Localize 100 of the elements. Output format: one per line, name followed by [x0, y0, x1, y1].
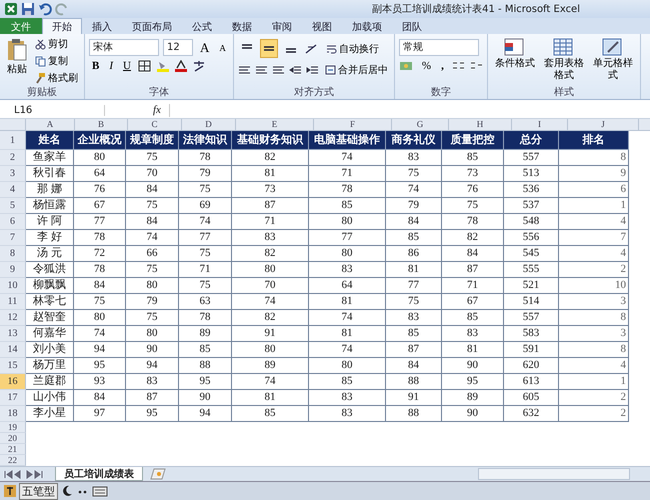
- number-format-dropdown[interactable]: 常规: [398, 39, 479, 56]
- row-header[interactable]: 21: [0, 444, 26, 455]
- sheet-tab[interactable]: 员工培训成绩表: [55, 467, 143, 482]
- font-color-icon[interactable]: [174, 60, 188, 72]
- italic-button[interactable]: I: [106, 60, 116, 72]
- table-cell: 90: [442, 406, 504, 422]
- table-cell: 李小星: [26, 406, 74, 422]
- fill-color-icon[interactable]: [156, 60, 170, 72]
- row-header[interactable]: 7: [0, 230, 26, 246]
- row-header[interactable]: 22: [0, 454, 26, 466]
- table-cell: 山小伟: [26, 390, 74, 406]
- format-painter-button[interactable]: 格式刷: [33, 70, 80, 86]
- comma-button[interactable]: ,: [438, 60, 447, 72]
- ribbon-tab[interactable]: 团队: [392, 18, 432, 34]
- insert-function-button[interactable]: fx: [145, 104, 169, 116]
- table-cell: 83: [232, 230, 309, 246]
- ribbon-tab[interactable]: 文件: [0, 18, 42, 34]
- row-header[interactable]: 14: [0, 342, 26, 358]
- table-cell: 93: [74, 374, 126, 390]
- table-cell: 87: [386, 342, 442, 358]
- column-header[interactable]: J: [568, 118, 639, 131]
- table-cell: 85: [309, 198, 386, 214]
- column-header[interactable]: F: [314, 118, 392, 131]
- table-cell: 64: [309, 278, 386, 294]
- name-box[interactable]: L16: [0, 104, 105, 116]
- table-cell: 557: [504, 150, 559, 166]
- ribbon-tab[interactable]: 数据: [222, 18, 262, 34]
- ribbon-tab[interactable]: 插入: [82, 18, 122, 34]
- ribbon-tab[interactable]: 加载项: [342, 18, 392, 34]
- column-header[interactable]: I: [512, 118, 568, 131]
- merge-center-button[interactable]: 合并后居中: [322, 62, 390, 78]
- column-header[interactable]: G: [392, 118, 449, 131]
- shrink-font-button[interactable]: A: [216, 42, 229, 53]
- column-header[interactable]: E: [236, 118, 314, 131]
- row-header[interactable]: 3: [0, 166, 26, 182]
- table-cell: 80: [126, 326, 179, 342]
- column-header[interactable]: C: [128, 118, 182, 131]
- font-name-dropdown[interactable]: 宋体: [89, 39, 159, 56]
- horizontal-align-icon[interactable]: [272, 64, 285, 76]
- row-header[interactable]: 16: [0, 374, 26, 390]
- grow-font-button[interactable]: A: [197, 40, 212, 56]
- column-header[interactable]: H: [449, 118, 512, 131]
- copy-button[interactable]: 复制: [33, 53, 80, 70]
- format-as-table-button[interactable]: 套用表格格式: [540, 36, 587, 86]
- row-header[interactable]: 17: [0, 390, 26, 406]
- keyboard-icon[interactable]: [92, 484, 108, 498]
- vertical-align-button[interactable]: [260, 39, 278, 58]
- ribbon-tab[interactable]: 开始: [42, 18, 82, 34]
- increase-indent-icon[interactable]: [306, 64, 319, 76]
- scissors-icon: [35, 38, 46, 50]
- underline-button[interactable]: U: [120, 60, 134, 72]
- row-header[interactable]: 5: [0, 198, 26, 214]
- border-icon[interactable]: [138, 60, 152, 72]
- ribbon-tab[interactable]: 视图: [302, 18, 342, 34]
- conditional-format-button[interactable]: 条件格式: [492, 36, 538, 86]
- row-header[interactable]: 9: [0, 262, 26, 278]
- undo-icon[interactable]: [38, 2, 52, 16]
- ime-logo-icon[interactable]: [3, 484, 17, 498]
- row-header[interactable]: 6: [0, 214, 26, 230]
- table-cell: 85: [179, 342, 232, 358]
- ribbon-tab[interactable]: 审阅: [262, 18, 302, 34]
- row-header[interactable]: 15: [0, 358, 26, 374]
- horizontal-align-icon[interactable]: [238, 64, 251, 76]
- save-icon[interactable]: [21, 2, 35, 16]
- cell-styles-button[interactable]: 单元格样式: [590, 36, 636, 86]
- ribbon-tab[interactable]: 页面布局: [122, 18, 182, 34]
- row-header[interactable]: 1: [0, 130, 26, 150]
- table-cell: 63: [179, 294, 232, 310]
- column-header[interactable]: D: [182, 118, 236, 131]
- row-header[interactable]: 10: [0, 278, 26, 294]
- row-header[interactable]: 11: [0, 294, 26, 310]
- table-cell: 591: [504, 342, 559, 358]
- row-header[interactable]: 18: [0, 406, 26, 422]
- percent-button[interactable]: %: [418, 60, 434, 72]
- row-header[interactable]: 2: [0, 150, 26, 166]
- ime-mode[interactable]: 五笔型: [19, 482, 58, 500]
- horizontal-scrollbar[interactable]: [478, 468, 630, 480]
- table-cell: 85: [442, 310, 504, 326]
- horizontal-align-icon[interactable]: [254, 64, 268, 76]
- wrap-text-button[interactable]: 自动换行: [324, 40, 381, 57]
- table-cell: 79: [386, 198, 442, 214]
- row-header[interactable]: 19: [0, 422, 26, 433]
- column-header[interactable]: A: [26, 118, 75, 131]
- table-cell: 80: [232, 262, 309, 278]
- table-cell: 73: [442, 166, 504, 182]
- font-size-dropdown[interactable]: 12: [163, 39, 193, 56]
- row-header[interactable]: 20: [0, 432, 26, 444]
- paste-button[interactable]: 粘贴: [4, 36, 30, 86]
- ribbon-tab[interactable]: 公式: [182, 18, 222, 34]
- bold-button[interactable]: B: [89, 60, 102, 72]
- row-header[interactable]: 8: [0, 246, 26, 262]
- cut-button[interactable]: 剪切: [33, 36, 80, 52]
- moon-icon[interactable]: [60, 484, 74, 498]
- row-header[interactable]: 13: [0, 326, 26, 342]
- table-cell: 汤 元: [26, 246, 74, 262]
- decrease-indent-icon[interactable]: [288, 64, 302, 76]
- table-cell: 4: [559, 214, 629, 230]
- row-header[interactable]: 4: [0, 182, 26, 198]
- column-header[interactable]: B: [75, 118, 128, 131]
- row-header[interactable]: 12: [0, 310, 26, 326]
